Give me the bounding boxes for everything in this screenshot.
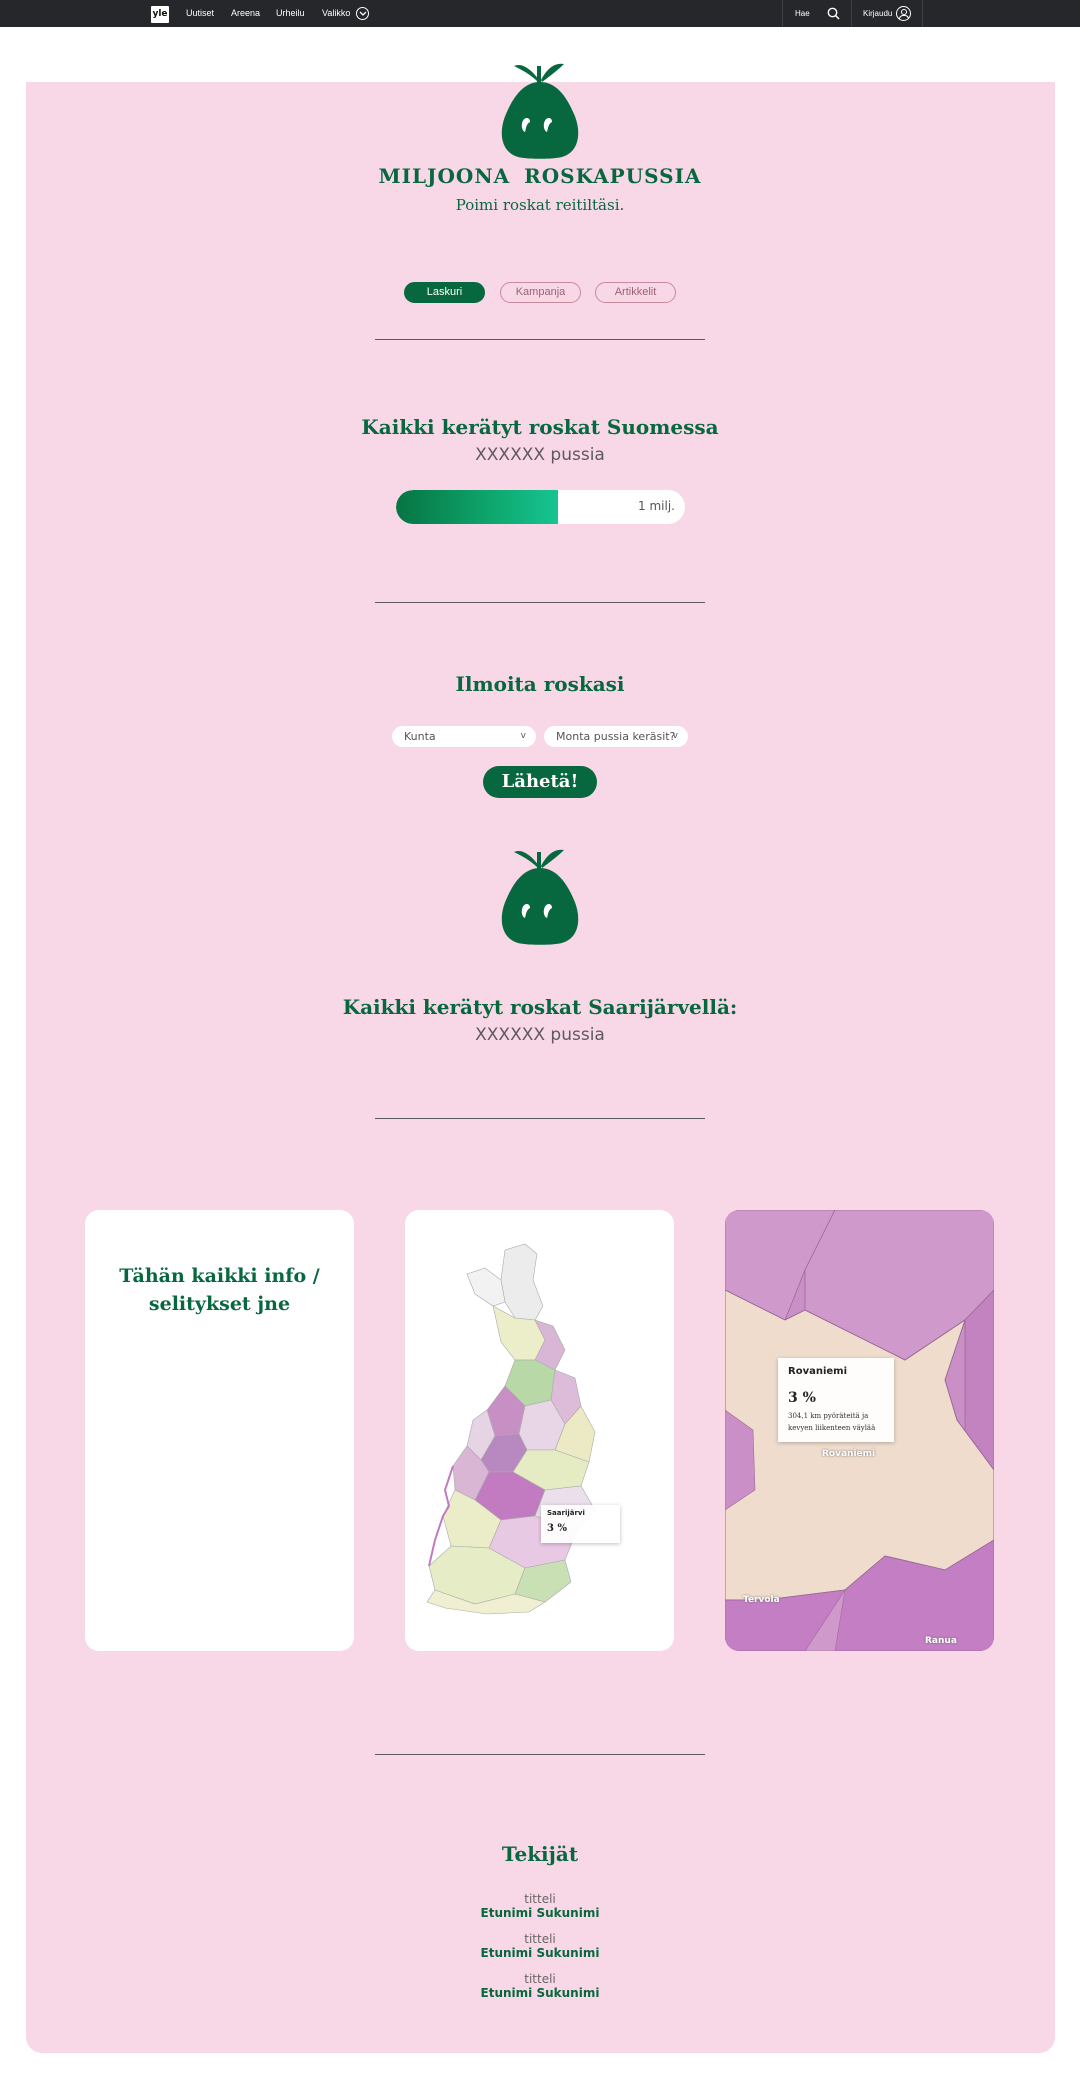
credit-name: Etunimi Sukunimi [480,1986,600,2000]
nav-divider [851,0,852,27]
nav-divider [782,0,783,27]
trash-bag-mascot [501,849,579,945]
tab-artikkelit[interactable]: Artikkelit [595,282,676,303]
chevron-down-icon: v [672,731,678,741]
map-tooltip-value: 3 % [547,1523,567,1534]
map-label-rovaniemi: Rovaniemi [822,1449,876,1459]
submit-button[interactable]: Lähetä! [483,766,597,798]
top-navigation-bar: yle Uutiset Areena Urheilu Valikko Hae K… [0,0,1080,27]
municipality-select-value: Kunta [404,730,436,743]
municipality-select[interactable]: Kunta v [392,726,536,747]
zoom-tooltip-value: 3 % [788,1390,816,1406]
local-count: XXXXXX pussia [475,1025,605,1045]
chevron-down-icon: v [520,731,526,741]
credit-title: titteli [524,1892,556,1906]
local-heading: Kaikki kerätyt roskat Saarijärvellä: [342,995,738,1019]
credit-name: Etunimi Sukunimi [480,1906,600,1920]
credit-title: titteli [524,1972,556,1986]
yle-logo[interactable]: yle [151,6,169,23]
bag-count-select[interactable]: Monta pussia keräsit? v [544,726,688,747]
site-subtitle: Poimi roskat reitiltäsi. [455,196,625,214]
trash-bag-mascot-logo [501,63,579,159]
tab-kampanja[interactable]: Kampanja [500,282,581,303]
info-card: Tähän kaikki info / selitykset jne [85,1210,354,1651]
nav-link-areena[interactable]: Areena [231,8,260,19]
site-title: MILJOONA ROSKAPUSSIA [378,164,702,188]
zoom-tooltip: Rovaniemi 3 % 304,1 km pyöräteitä ja kev… [778,1358,894,1442]
map-label-tervola: Tervola [743,1595,780,1605]
section-divider [375,339,705,340]
total-heading: Kaikki kerätyt roskat Suomessa [361,415,719,439]
nav-link-urheilu[interactable]: Urheilu [276,8,305,19]
nav-link-valikko[interactable]: Valikko [322,8,350,19]
bag-count-select-value: Monta pussia keräsit? [556,730,676,743]
credits-heading: Tekijät [501,1842,579,1866]
zoom-tooltip-detail: 304,1 km pyöräteitä ja kevyen liikenteen… [788,1412,876,1432]
credit-name: Etunimi Sukunimi [480,1946,600,1960]
section-divider [375,1754,705,1755]
finland-choropleth-map[interactable] [405,1210,674,1651]
search-icon[interactable] [827,7,840,20]
finland-map-card[interactable]: Saarijärvi 3 % [405,1210,674,1651]
nav-divider [922,0,923,27]
progress-goal-label: 1 milj. [638,499,675,513]
zoomed-map-card[interactable]: Rovaniemi 3 % 304,1 km pyöräteitä ja kev… [725,1210,994,1651]
credit-title: titteli [524,1932,556,1946]
progress-bar: 1 milj. [396,490,685,524]
page-background [26,82,1055,2053]
section-divider [375,1118,705,1119]
map-tooltip: Saarijärvi 3 % [541,1505,620,1543]
total-count: XXXXXX pussia [475,445,605,465]
login-label[interactable]: Kirjaudu [863,8,892,19]
report-heading: Ilmoita roskasi [455,672,625,696]
nav-link-uutiset[interactable]: Uutiset [186,8,214,19]
info-card-title: Tähän kaikki info / selitykset jne [119,1265,320,1315]
map-tooltip-name: Saarijärvi [547,1509,585,1517]
zoom-tooltip-name: Rovaniemi [788,1366,848,1377]
chevron-down-icon[interactable] [356,7,369,20]
progress-bar-fill [396,490,558,524]
tab-laskuri[interactable]: Laskuri [404,282,485,303]
user-icon[interactable] [896,6,911,21]
search-label[interactable]: Hae [795,8,810,19]
section-divider [375,602,705,603]
map-label-ranua: Ranua [925,1636,957,1646]
